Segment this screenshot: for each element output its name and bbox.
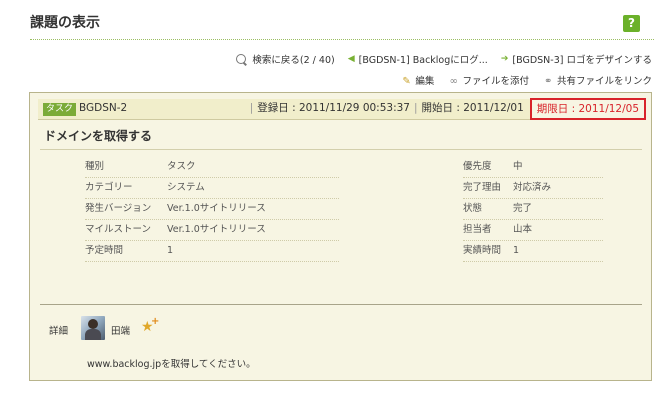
property-row: マイルストーン Ver.1.0サイトリリース: [85, 220, 339, 241]
attach-file-label: ファイルを添付: [462, 76, 529, 87]
prev-issue-link[interactable]: [BGDSN-1] Backlogにログ...: [359, 52, 488, 66]
add-star-icon: +: [151, 316, 160, 327]
arrow-left-icon: ◀: [347, 54, 355, 64]
property-row: 状態 完了: [463, 199, 603, 220]
help-button[interactable]: ?: [623, 15, 640, 32]
property-label: 実績時間: [463, 245, 502, 256]
property-row: 種別 タスク: [85, 157, 339, 178]
back-to-search-link[interactable]: 検索に戻る(2 / 40): [252, 52, 334, 66]
issue-card: タスク BGDSN-2 | 登録日 : 2011/11/29 00:53:37 | 開…: [29, 92, 652, 381]
arrow-right-icon: ➔: [500, 54, 509, 64]
property-label: 状態: [463, 203, 483, 214]
property-label: 優先度: [463, 161, 492, 172]
title-divider: [30, 39, 654, 40]
issue-description: www.backlog.jpを取得してください。: [87, 359, 256, 370]
property-value: システム: [167, 182, 205, 193]
property-label: 予定時間: [85, 245, 124, 256]
issue-properties-left: 種別 タスク カテゴリー システム 発生バージョン Ver.1.0サイトリリース マイ…: [85, 157, 339, 262]
property-row: 発生バージョン Ver.1.0サイトリリース: [85, 199, 339, 220]
registered-date: 登録日 : 2011/11/29 00:53:37: [257, 102, 410, 114]
property-row: 実績時間 1: [463, 241, 603, 262]
start-date: 開始日 : 2011/12/01: [421, 102, 524, 114]
property-row: カテゴリー システム: [85, 178, 339, 199]
property-label: カテゴリー: [85, 182, 133, 193]
page-title: 課題の表示: [30, 15, 100, 31]
property-value: Ver.1.0サイトリリース: [167, 224, 266, 235]
issue-properties-right: 優先度 中 完了理由 対応済み 状態 完了 担当者 山本 実績時間 1: [463, 157, 603, 262]
property-row: 予定時間 1: [85, 241, 339, 262]
property-label: 完了理由: [463, 182, 502, 193]
property-label: 担当者: [463, 224, 492, 235]
property-value: 対応済み: [513, 182, 552, 193]
property-value: 完了: [513, 203, 533, 214]
search-icon: [236, 54, 247, 64]
issue-navigation: 検索に戻る(2 / 40) ◀ [BGDSN-1] Backlogにログ... ➔…: [236, 52, 652, 66]
next-issue-link[interactable]: [BGDSN-3] ロゴをデザインする: [512, 52, 652, 66]
due-date: 期限日 : 2011/12/05: [529, 98, 646, 120]
assignee-avatar[interactable]: [81, 316, 105, 340]
property-label: マイルストーン: [85, 224, 152, 235]
edit-action[interactable]: ✎ 編集: [402, 76, 434, 87]
detail-divider: [40, 304, 642, 305]
issue-key: BGDSN-2: [79, 102, 128, 114]
property-value: 山本: [513, 224, 533, 235]
issue-actions: ✎ 編集 ∞ ファイルを添付 ⚭ 共有ファイルをリンク: [390, 73, 652, 87]
summary-divider: [40, 149, 642, 150]
issue-type-badge: タスク: [43, 103, 77, 116]
property-row: 優先度 中: [463, 157, 603, 178]
property-value: 1: [167, 245, 174, 256]
attach-file-action[interactable]: ∞ ファイルを添付: [449, 76, 529, 87]
paperclip-icon: ∞: [449, 76, 458, 87]
property-value: 中: [513, 161, 523, 172]
assignee-name[interactable]: 田端: [111, 323, 130, 337]
edit-label: 編集: [415, 76, 435, 87]
property-label: 種別: [85, 161, 105, 172]
issue-summary: ドメインを取得する: [44, 129, 153, 143]
date-separator: |: [413, 102, 418, 114]
property-label: 発生バージョン: [85, 203, 152, 214]
pencil-icon: ✎: [402, 76, 411, 87]
property-value: Ver.1.0サイトリリース: [167, 203, 266, 214]
property-value: タスク: [167, 161, 196, 172]
property-value: 1: [513, 245, 520, 256]
property-row: 担当者 山本: [463, 220, 603, 241]
date-separator: |: [249, 102, 254, 114]
detail-label: 詳細: [49, 326, 69, 337]
link-shared-file-action[interactable]: ⚭ 共有ファイルをリンク: [544, 76, 652, 87]
link-icon: ⚭: [543, 76, 553, 87]
property-row: 完了理由 対応済み: [463, 178, 603, 199]
issue-header-bar: タスク BGDSN-2 | 登録日 : 2011/11/29 00:53:37 | 開…: [38, 98, 646, 120]
issue-dates: | 登録日 : 2011/11/29 00:53:37 | 開始日 : 2011/12…: [246, 98, 646, 120]
link-shared-file-label: 共有ファイルをリンク: [556, 76, 652, 87]
